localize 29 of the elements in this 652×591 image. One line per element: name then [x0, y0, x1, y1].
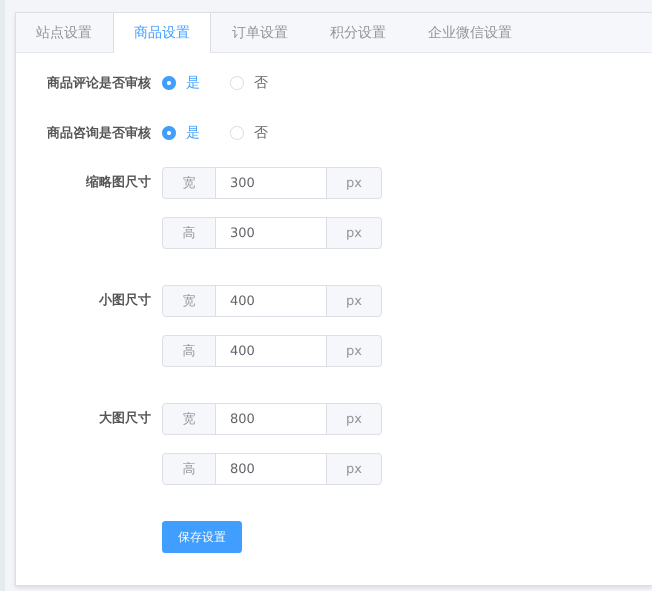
unit-suffix: px	[326, 167, 382, 199]
radio-button[interactable]	[162, 76, 176, 90]
unit-suffix: px	[326, 217, 382, 249]
input-prefix: 宽	[162, 285, 216, 317]
input-prefix: 高	[162, 335, 216, 367]
radio-label: 是	[186, 124, 200, 142]
radio-label: 是	[186, 74, 200, 92]
radio-label: 否	[254, 74, 268, 92]
unit-suffix: px	[326, 335, 382, 367]
field-label: 缩略图尺寸	[84, 174, 152, 192]
input-field[interactable]: 300	[216, 217, 326, 249]
unit-suffix: px	[326, 285, 382, 317]
input-field[interactable]: 400	[216, 285, 326, 317]
input-prefix: 高	[162, 453, 216, 485]
input-field[interactable]: 400	[216, 335, 326, 367]
input-field[interactable]: 800	[216, 453, 326, 485]
radio-button[interactable]	[162, 126, 176, 140]
field-label: 商品咨询是否审核	[46, 124, 152, 142]
input-prefix: 高	[162, 217, 216, 249]
field-label: 大图尺寸	[98, 410, 152, 428]
field-label: 商品评论是否审核	[46, 74, 152, 92]
field-label: 小图尺寸	[98, 292, 152, 310]
input-prefix: 宽	[162, 167, 216, 199]
input-prefix: 宽	[162, 403, 216, 435]
input-field[interactable]: 300	[216, 167, 326, 199]
unit-suffix: px	[326, 403, 382, 435]
radio-label: 否	[254, 124, 268, 142]
input-field[interactable]: 800	[216, 403, 326, 435]
unit-suffix: px	[326, 453, 382, 485]
